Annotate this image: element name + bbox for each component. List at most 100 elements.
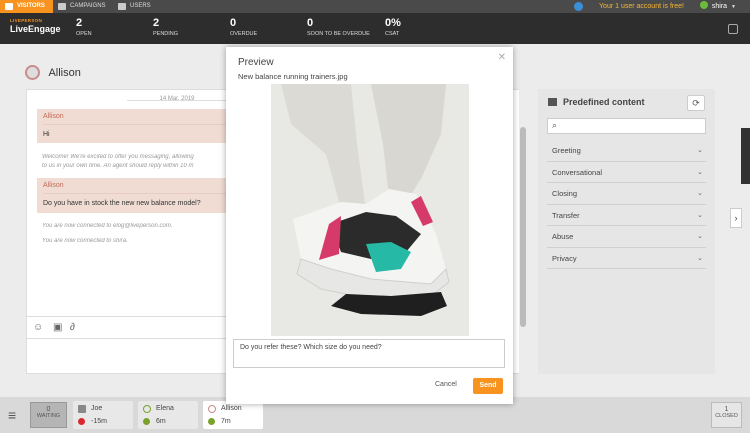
system-message: Welcome! We're excited to offer you mess… [42,154,194,160]
stats-bar: LIVEPERSON LiveEngage 2 Open 2 Pending 0… [0,13,750,44]
stat-soon-overdue[interactable]: 0 Soon to be overdue [307,17,370,37]
chevron-down-icon: ⌄ [697,233,703,240]
tab-label: Campaigns [70,3,106,9]
cancel-button[interactable]: Cancel [435,381,457,388]
message-author: Allison [43,182,246,194]
tag-icon [58,3,66,10]
stat-label: Open [76,31,92,37]
category-greeting[interactable]: Greeting ⌄ [547,140,706,162]
refresh-button[interactable]: ⟳ [687,95,705,111]
rich-content-icon[interactable]: ▣ [53,322,62,333]
brand-name: LiveEngage [10,24,61,34]
stat-csat[interactable]: 0% CSAT [385,17,401,37]
category-privacy[interactable]: Privacy ⌄ [547,248,706,269]
search-icon: ⌕ [552,120,558,130]
attach-icon[interactable]: ∂ [70,322,75,333]
library-icon [548,98,557,106]
category-label: Conversational [552,167,603,177]
stat-value: 2 [153,17,160,29]
system-message: to us in your own time. An agent should … [42,163,194,169]
category-label: Greeting [552,146,581,155]
chat-scrollbar[interactable] [519,89,527,374]
message-text: Hi [43,131,50,138]
dialog-title: Preview [238,57,274,68]
chevron-down-icon: ⌄ [697,211,703,219]
expand-icon[interactable] [728,24,738,34]
category-conversational[interactable]: Conversational ⌄ [547,162,706,183]
category-label: Privacy [552,253,577,263]
predefined-title-text: Predefined content [563,97,645,107]
stat-open[interactable]: 2 Open [76,17,92,37]
conversation-card-elena[interactable]: Elena 6m [138,401,198,429]
menu-icon[interactable]: ≡ [8,407,16,423]
chevron-down-icon: ⌄ [697,168,703,176]
conversation-header: Allison [25,64,81,82]
waiting-count: 0 [46,406,51,413]
tab-users[interactable]: Users [113,0,151,13]
system-message: You are now connected to shira. [42,238,128,244]
system-message: You are now connected to elog@liveperson… [42,223,173,229]
sneaker-image [271,84,469,336]
conversation-card-allison[interactable]: Allison 7m [203,401,263,429]
stat-value: 0 [307,17,314,29]
online-status-icon [699,1,708,9]
status-icon [208,418,215,425]
conversation-card-time: -15m [91,418,107,425]
chat-icon [78,405,86,413]
predefined-title: Predefined content [548,97,645,107]
message-composer[interactable] [26,338,231,374]
conversation-card-joe[interactable]: Joe -15m [73,401,133,429]
refresh-icon: ⟳ [692,98,700,108]
composer-toolbar: ☺ ▣ ∂ [26,316,231,338]
globe-icon[interactable] [574,2,583,11]
user-icon [118,3,126,10]
closed-counter[interactable]: 1 CLOSED [711,402,742,428]
user-menu[interactable]: shira ▼ [699,0,736,14]
side-panel-handle[interactable] [741,128,750,184]
chevron-right-icon[interactable]: › [730,208,742,228]
user-name: shira [711,3,728,10]
closed-count: 1 [724,406,729,413]
scrollbar-thumb[interactable] [520,127,526,327]
file-name: New balance running trainers.jpg [238,72,348,81]
stat-value: 2 [76,17,83,29]
waiting-label: WAITING [36,413,61,419]
stat-overdue[interactable]: 0 Overdue [230,17,257,37]
stat-label: CSAT [385,31,400,37]
category-label: Closing [552,189,578,198]
chevron-down-icon: ⌄ [697,254,703,262]
top-nav: Visitors Campaigns Users Your 1 user acc… [0,0,750,13]
stat-label: Soon to be overdue [307,31,370,37]
message-author: Allison [43,113,246,125]
conversation-card-time: 6m [156,418,166,425]
predefined-content-panel: Predefined content ⟳ ⌕ Greeting ⌄ Convers… [538,89,715,374]
send-button[interactable]: Send [473,378,503,394]
category-abuse[interactable]: Abuse ⌄ [547,226,706,248]
closed-label: CLOSED [715,413,738,419]
preview-dialog: Preview ✕ New balance running trainers.j… [226,47,513,404]
emoji-icon[interactable]: ☺ [33,322,43,333]
chevron-down-icon: ▼ [731,4,736,10]
avatar [208,405,216,413]
close-icon[interactable]: ✕ [498,52,506,63]
free-account-notice: Your 1 user account is free! [599,3,684,10]
conversation-name: Allison [48,66,81,79]
tab-visitors[interactable]: Visitors [0,0,53,13]
waiting-counter[interactable]: 0 WAITING [30,402,67,428]
image-preview [271,84,469,336]
avatar [143,405,151,413]
stat-value: 0 [230,17,237,29]
brand-logo: LIVEPERSON LiveEngage [10,18,61,34]
preview-message-input[interactable]: Do you refer these? Which size do you ne… [233,339,505,368]
status-icon [78,418,85,425]
category-closing[interactable]: Closing ⌄ [547,183,706,205]
predefined-search-input[interactable]: ⌕ [547,118,706,134]
avatar [25,65,40,81]
message-text: Do you have in stock the new new balance… [43,200,201,207]
conversation-card-name: Allison [221,405,242,412]
category-transfer[interactable]: Transfer ⌄ [547,205,706,226]
tab-campaigns[interactable]: Campaigns [53,0,106,13]
predefined-category-list: Greeting ⌄ Conversational ⌄ Closing ⌄ Trans… [547,140,706,269]
stat-pending[interactable]: 2 Pending [153,17,178,37]
stat-value: 0% [385,17,401,29]
